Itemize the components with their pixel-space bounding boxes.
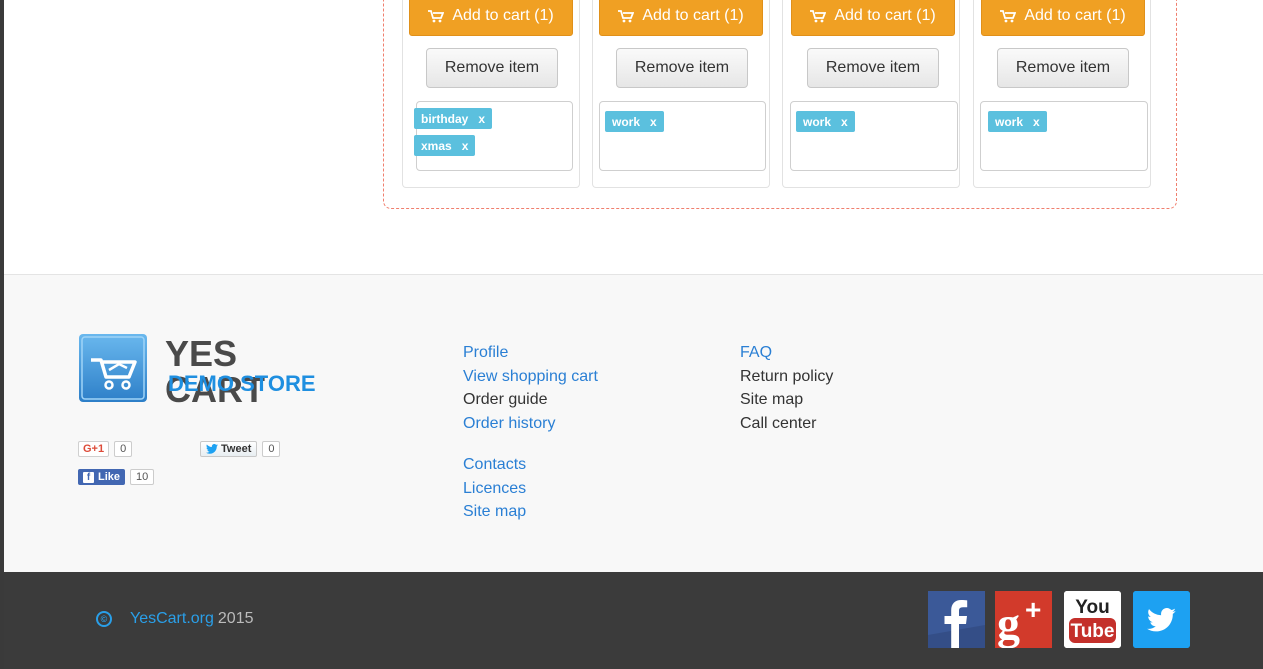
footer-link-view-cart[interactable]: View shopping cart xyxy=(463,365,598,389)
add-to-cart-button[interactable]: Add to cart (1) xyxy=(599,0,763,36)
remove-tag-icon[interactable]: x xyxy=(650,115,657,129)
footer-link-order-history[interactable]: Order history xyxy=(463,412,598,436)
footer-links-col1b: Contacts Licences Site map xyxy=(463,453,526,524)
remove-item-button[interactable]: Remove item xyxy=(426,48,558,88)
gplus-button[interactable]: G+1 xyxy=(78,441,110,457)
like-button[interactable]: f Like xyxy=(78,469,126,485)
footer-link-order-guide[interactable]: Order guide xyxy=(463,388,598,412)
tag-label: work xyxy=(803,114,832,129)
twitter-bird-icon xyxy=(206,444,218,454)
add-to-cart-label: Add to cart (1) xyxy=(452,7,554,24)
tag-work: work x xyxy=(796,111,855,132)
tweet-label: Tweet xyxy=(221,443,252,455)
tag-xmas: xmas x xyxy=(414,135,476,156)
tweet-widget[interactable]: Tweet 0 xyxy=(200,441,281,457)
cart-icon xyxy=(428,9,445,22)
footer-links-col2: FAQ Return policy Site map Call center xyxy=(740,341,833,435)
remove-tag-icon[interactable]: x xyxy=(1033,115,1040,129)
tag-box: work x xyxy=(980,101,1148,171)
tag-label: xmas xyxy=(421,138,452,153)
footer-link-licences[interactable]: Licences xyxy=(463,477,526,501)
logo-subtitle: DEMO STORE xyxy=(168,371,316,396)
footer-link-return-policy[interactable]: Return policy xyxy=(740,365,833,389)
store-logo[interactable]: YES CART DEMO STORE xyxy=(79,334,329,408)
wishlist-card: Add to cart (1) Remove item work x xyxy=(782,0,960,188)
footer-links-col1: Profile View shopping cart Order guide O… xyxy=(463,341,598,435)
tag-label: work xyxy=(995,114,1024,129)
wishlist-card: Add to cart (1) Remove item work x xyxy=(592,0,770,188)
gplus-count: 0 xyxy=(114,441,133,457)
remove-item-button[interactable]: Remove item xyxy=(807,48,939,88)
tweet-button[interactable]: Tweet xyxy=(200,441,258,457)
footer-link-faq[interactable]: FAQ xyxy=(740,341,833,365)
like-label: Like xyxy=(98,471,121,483)
wishlist-card: Add to cart (1) Remove item work x xyxy=(973,0,1151,188)
remove-tag-icon[interactable]: x xyxy=(478,112,485,126)
copyright-site-link[interactable]: YesCart.org xyxy=(130,610,214,628)
add-to-cart-button[interactable]: Add to cart (1) xyxy=(981,0,1145,36)
tag-birthday: birthday x xyxy=(414,108,493,129)
tag-box: work x xyxy=(599,101,766,171)
like-widget[interactable]: f Like 10 xyxy=(78,469,155,485)
svg-text:g: g xyxy=(997,598,1020,648)
tag-work: work x xyxy=(988,111,1047,132)
copyright-icon: © xyxy=(96,611,112,627)
footer-link-contacts[interactable]: Contacts xyxy=(463,453,526,477)
footer-link-site-map[interactable]: Site map xyxy=(463,500,526,524)
add-to-cart-button[interactable]: Add to cart (1) xyxy=(409,0,573,36)
svg-text:+: + xyxy=(1025,594,1041,625)
tag-box: birthday x xmas x xyxy=(414,101,573,171)
add-to-cart-button[interactable]: Add to cart (1) xyxy=(791,0,955,36)
footer-link-profile[interactable]: Profile xyxy=(463,341,598,365)
wishlist-items: Add to cart (1) Remove item birthday x x… xyxy=(383,0,1177,209)
tag-box: work x xyxy=(790,101,958,171)
like-count: 10 xyxy=(130,469,155,485)
svg-text:Tube: Tube xyxy=(1071,621,1115,642)
gplus-widget[interactable]: G+1 0 xyxy=(78,441,133,457)
remove-tag-icon[interactable]: x xyxy=(841,115,848,129)
footer-link-call-center[interactable]: Call center xyxy=(740,412,833,436)
add-to-cart-label: Add to cart (1) xyxy=(642,7,744,24)
cart-logo-icon xyxy=(79,334,147,402)
copyright-year: 2015 xyxy=(217,610,254,627)
tag-label: birthday xyxy=(421,111,469,126)
google-plus-icon[interactable]: g + xyxy=(995,591,1052,648)
facebook-small-icon: f xyxy=(83,471,94,483)
twitter-icon[interactable] xyxy=(1133,591,1190,648)
page: Add to cart (1) Remove item birthday x x… xyxy=(0,0,1263,669)
wishlist-card: Add to cart (1) Remove item birthday x x… xyxy=(402,0,580,188)
bottom-bar: © YesCart.org 2015 g + You Tube xyxy=(4,572,1263,669)
svg-text:You: You xyxy=(1075,597,1109,618)
cart-icon xyxy=(810,9,827,22)
cart-icon xyxy=(618,9,635,22)
remove-item-button[interactable]: Remove item xyxy=(997,48,1129,88)
add-to-cart-label: Add to cart (1) xyxy=(834,7,936,24)
remove-tag-icon[interactable]: x xyxy=(462,139,469,153)
remove-item-button[interactable]: Remove item xyxy=(616,48,748,88)
cart-icon xyxy=(1000,9,1017,22)
youtube-icon[interactable]: You Tube xyxy=(1064,591,1121,648)
site-footer: YES CART DEMO STORE G+1 0 Tweet 0 f Like… xyxy=(4,274,1263,572)
copyright: © YesCart.org 2015 xyxy=(96,610,254,628)
facebook-icon[interactable] xyxy=(928,591,985,648)
tag-label: work xyxy=(612,114,641,129)
tweet-count: 0 xyxy=(262,441,281,457)
footer-link-site-map-2[interactable]: Site map xyxy=(740,388,833,412)
tag-work: work x xyxy=(605,111,664,132)
add-to-cart-label: Add to cart (1) xyxy=(1024,7,1126,24)
